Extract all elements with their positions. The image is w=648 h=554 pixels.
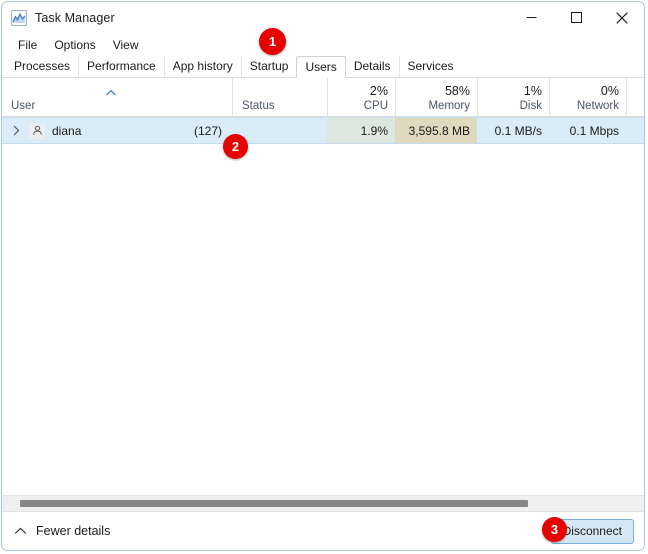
column-header-cpu[interactable]: 2% CPU	[327, 78, 395, 116]
title-bar: Task Manager	[2, 2, 644, 33]
column-header-status[interactable]: Status	[232, 78, 327, 116]
column-header-network-pct: 0%	[600, 84, 619, 98]
cell-memory: 3,595.8 MB	[395, 118, 477, 143]
minimize-icon[interactable]	[509, 2, 554, 33]
column-header-memory-label: Memory	[428, 100, 470, 112]
task-manager-window: Task Manager File Options View Processes…	[1, 1, 645, 551]
column-header-cpu-label: CPU	[363, 100, 388, 112]
fewer-details-label: Fewer details	[36, 524, 111, 538]
tab-performance[interactable]: Performance	[78, 56, 164, 77]
column-header-disk-label: Disk	[519, 100, 542, 112]
user-list: diana (127) 1.9% 3,595.8 MB 0.1 MB/s 0.1…	[2, 117, 644, 495]
tab-users[interactable]: Users	[296, 56, 346, 78]
title-bar-left: Task Manager	[2, 9, 115, 26]
cell-network: 0.1 Mbps	[549, 118, 626, 143]
chevron-up-icon	[14, 522, 27, 540]
close-icon[interactable]	[599, 2, 644, 33]
tab-processes[interactable]: Processes	[6, 56, 78, 77]
sort-ascending-icon	[105, 84, 117, 96]
table-row[interactable]: diana (127) 1.9% 3,595.8 MB 0.1 MB/s 0.1…	[2, 117, 644, 144]
horizontal-scrollbar[interactable]	[2, 495, 644, 512]
chart-icon	[11, 9, 27, 26]
maximize-icon[interactable]	[554, 2, 599, 33]
column-header-user[interactable]: User	[2, 78, 232, 116]
tab-details[interactable]: Details	[346, 56, 399, 77]
cell-user[interactable]: diana (127)	[2, 118, 232, 143]
column-header-user-label: User	[11, 100, 36, 112]
caption-buttons	[509, 2, 644, 33]
menu-item-file[interactable]: File	[11, 36, 44, 54]
cell-cpu: 1.9%	[327, 118, 395, 143]
tab-startup[interactable]: Startup	[240, 56, 297, 77]
tab-app-history[interactable]: App history	[163, 56, 241, 77]
user-icon	[29, 122, 45, 139]
user-process-count: (127)	[193, 123, 222, 138]
fewer-details-button[interactable]: Fewer details	[14, 522, 110, 540]
column-header-disk-pct: 1%	[523, 84, 542, 98]
menu-item-options[interactable]: Options	[47, 36, 102, 54]
column-header-disk[interactable]: 1% Disk	[477, 78, 549, 116]
callout-badge-1: 1	[259, 28, 286, 55]
chevron-right-icon[interactable]	[10, 124, 23, 137]
column-header-row: User Status 2% CPU 58% Memory 1% Disk 0%…	[2, 78, 644, 117]
scrollbar-thumb[interactable]	[20, 500, 528, 507]
column-header-cpu-pct: 2%	[369, 84, 388, 98]
column-header-network[interactable]: 0% Network	[549, 78, 626, 116]
callout-badge-3: 3	[542, 517, 567, 542]
column-header-filler	[626, 78, 644, 116]
window-title: Task Manager	[35, 10, 115, 25]
tab-services[interactable]: Services	[398, 56, 462, 77]
user-name: diana	[52, 123, 82, 138]
column-header-network-label: Network	[576, 100, 619, 112]
menu-item-view[interactable]: View	[106, 36, 146, 54]
callout-badge-2: 2	[223, 134, 248, 159]
cell-filler	[626, 118, 644, 143]
cell-disk: 0.1 MB/s	[477, 118, 549, 143]
menu-bar: File Options View	[2, 33, 644, 56]
column-header-memory-pct: 58%	[444, 84, 470, 98]
column-header-status-label: Status	[242, 100, 275, 112]
column-header-memory[interactable]: 58% Memory	[395, 78, 477, 116]
tab-strip: Processes Performance App history Startu…	[2, 56, 644, 78]
